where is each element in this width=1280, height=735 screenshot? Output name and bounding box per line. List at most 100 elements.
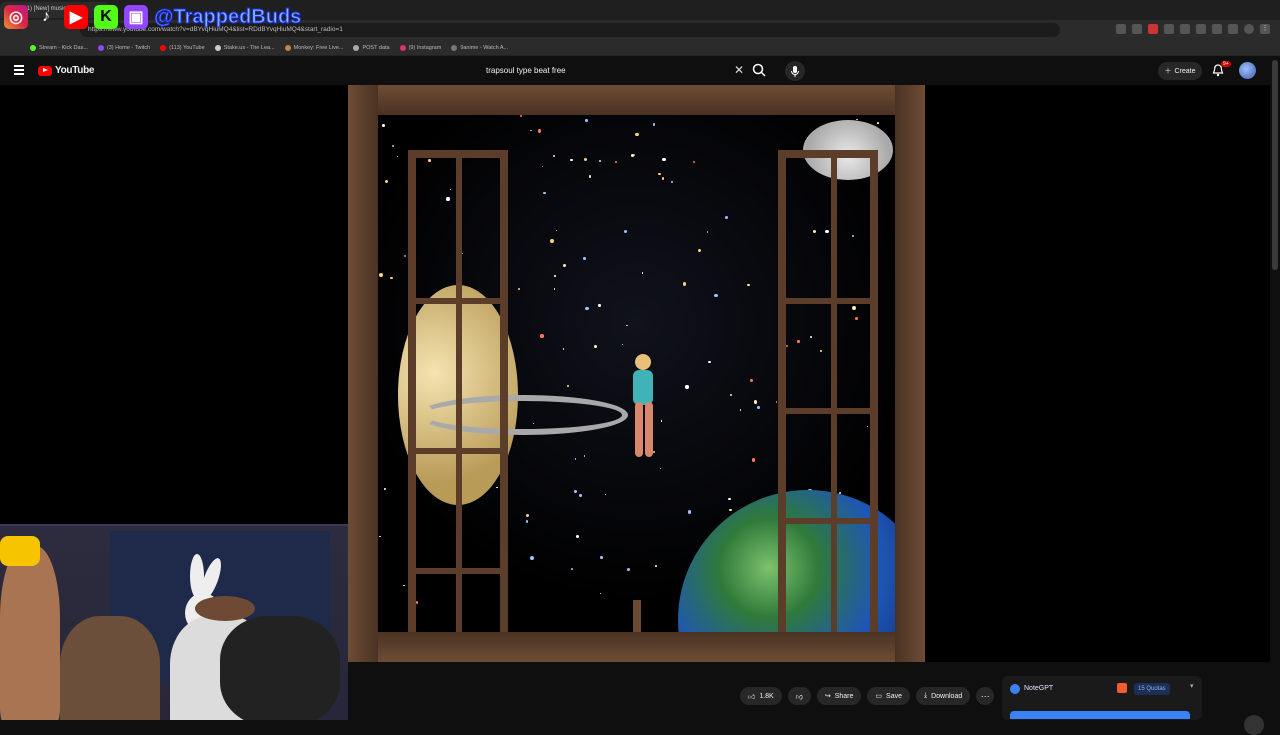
star	[574, 457, 577, 460]
extension-icon[interactable]	[1180, 24, 1190, 34]
instagram-icon: ◎	[4, 5, 28, 29]
tiktok-icon: ♪	[42, 8, 50, 25]
chevron-down-icon[interactable]: ▾	[1190, 682, 1194, 690]
plus-icon: ＋	[1164, 68, 1172, 75]
quota-badge[interactable]: 15 Quotas	[1134, 683, 1170, 695]
search-box[interactable]: trapsoul type beat free ✕	[478, 61, 748, 81]
star	[635, 132, 640, 137]
star	[542, 165, 544, 168]
star	[729, 508, 732, 512]
create-button[interactable]: ＋ Create	[1158, 62, 1202, 80]
star	[654, 565, 658, 568]
bookmark-label: (3) Home - Twitch	[106, 44, 151, 51]
extension-icon[interactable]	[1164, 24, 1174, 34]
profile-icon[interactable]	[1244, 24, 1254, 34]
star	[641, 272, 644, 275]
notegpt-panel: NoteGPT 15 Quotas ▾	[1002, 676, 1202, 720]
star	[530, 129, 532, 132]
webcam-overlay	[0, 524, 348, 720]
share-button[interactable]: ↪ Share	[816, 687, 862, 705]
bookmark-label: (9) Instagram	[408, 44, 442, 51]
bookmark-item[interactable]: 9anime - Watch A...	[451, 44, 508, 51]
youtube-logo[interactable]: YouTube	[38, 65, 95, 76]
notegpt-action-button[interactable]	[1010, 711, 1190, 719]
search-input[interactable]: trapsoul type beat free	[486, 66, 566, 75]
star	[555, 230, 558, 232]
more-actions-icon[interactable]: ⋯	[976, 687, 995, 705]
star	[604, 493, 607, 495]
bookmark-item[interactable]: (113) YouTube	[160, 44, 205, 51]
person-center	[60, 616, 160, 720]
star	[749, 378, 754, 383]
extension-icon[interactable]	[1228, 24, 1238, 34]
star	[525, 519, 529, 523]
page-scrollbar[interactable]	[1272, 60, 1278, 270]
like-button[interactable]: 👍︎ 1.8K	[740, 687, 782, 705]
bookmark-item[interactable]: Stream - Kick Das...	[30, 44, 88, 51]
star	[658, 172, 661, 176]
bookmark-item[interactable]: Stake.us - The Lea...	[214, 44, 275, 51]
microphone-icon[interactable]	[785, 61, 805, 81]
menu-icon[interactable]: ⋮	[1260, 24, 1270, 34]
extension-icon[interactable]	[1116, 24, 1126, 34]
star	[588, 175, 592, 178]
star	[598, 304, 601, 307]
bookmark-item[interactable]: Monkey: Free Live...	[284, 44, 344, 51]
gift-icon[interactable]	[1117, 683, 1127, 693]
window-shutter-left	[408, 150, 508, 650]
star	[877, 122, 880, 124]
star	[708, 360, 712, 364]
twitch-icon: ▣	[124, 5, 148, 29]
bookmark-favicon-icon	[97, 44, 104, 51]
extension-icon[interactable]	[1132, 24, 1142, 34]
notegpt-title: NoteGPT	[1024, 685, 1054, 692]
youtube-logo-text: YouTube	[55, 65, 95, 76]
channel-watermark-icon[interactable]	[1244, 715, 1264, 735]
bookmark-icon: ▭	[875, 693, 883, 700]
star	[624, 229, 628, 234]
bookmark-label: Stream - Kick Das...	[39, 44, 88, 51]
star	[753, 400, 758, 404]
bookmark-favicon-icon	[451, 44, 458, 51]
avatar[interactable]	[1239, 62, 1256, 79]
extension-icon[interactable]	[1148, 24, 1158, 34]
bookmark-item[interactable]: (9) Instagram	[399, 44, 442, 51]
star	[571, 567, 574, 570]
clear-search-icon[interactable]: ✕	[734, 63, 744, 77]
video-frame[interactable]	[348, 85, 925, 662]
stream-overlay: ◎ ♪ ▶ K ▣ @TrappedBuds	[0, 2, 302, 32]
star	[585, 306, 589, 311]
bookmark-label: Monkey: Free Live...	[293, 44, 344, 51]
space-scene	[378, 115, 925, 662]
star	[661, 176, 665, 180]
extension-icon[interactable]	[1196, 24, 1206, 34]
star	[519, 115, 523, 118]
like-count: 1.8K	[759, 692, 774, 700]
star	[396, 155, 399, 158]
download-button[interactable]: ⤓ Download	[916, 687, 971, 705]
star	[751, 458, 756, 462]
streamer-handle: @TrappedBuds	[153, 5, 302, 28]
star	[713, 293, 718, 298]
menu-icon[interactable]	[14, 65, 24, 75]
download-label: Download	[931, 692, 963, 700]
star	[583, 257, 587, 260]
save-button[interactable]: ▭ Save	[867, 687, 910, 705]
star	[626, 324, 628, 327]
star	[543, 191, 546, 195]
window-frame-bottom	[348, 632, 925, 662]
star	[729, 394, 732, 397]
extension-icon[interactable]	[1212, 24, 1222, 34]
star	[525, 513, 529, 517]
star	[562, 348, 564, 350]
bookmark-item[interactable]: (3) Home - Twitch	[97, 44, 151, 51]
girl-figure	[633, 354, 653, 457]
dislike-button[interactable]: 👎︎	[787, 687, 811, 705]
bookmarks-bar: Stream - Kick Das... (3) Home - Twitch (11…	[0, 40, 1280, 56]
star	[537, 129, 542, 133]
star	[576, 535, 580, 539]
star	[615, 161, 617, 164]
bookmark-item[interactable]: POST data	[353, 44, 390, 51]
window-frame-top	[348, 85, 925, 115]
search-icon[interactable]	[752, 63, 770, 81]
